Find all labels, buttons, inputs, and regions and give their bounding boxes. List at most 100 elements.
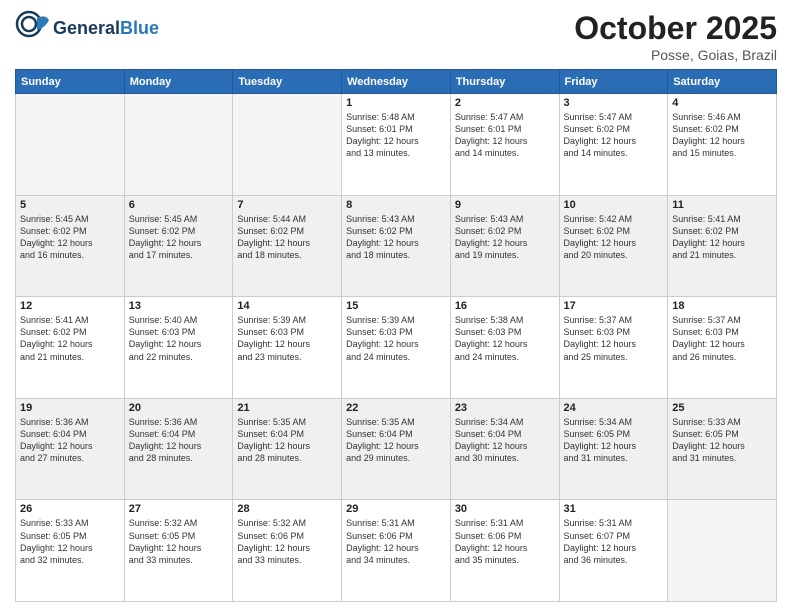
table-row: 1 Sunrise: 5:48 AM Sunset: 6:01 PM Daylig… bbox=[342, 94, 451, 196]
table-row: 14 Sunrise: 5:39 AM Sunset: 6:03 PM Dayli… bbox=[233, 297, 342, 399]
table-row: 15 Sunrise: 5:39 AM Sunset: 6:03 PM Dayli… bbox=[342, 297, 451, 399]
day-info: Sunrise: 5:34 AM Sunset: 6:04 PM Dayligh… bbox=[455, 416, 555, 465]
day-info: Sunrise: 5:47 AM Sunset: 6:02 PM Dayligh… bbox=[564, 111, 664, 160]
day-number: 15 bbox=[346, 300, 446, 312]
day-number: 11 bbox=[672, 199, 772, 211]
day-number: 9 bbox=[455, 199, 555, 211]
day-number: 10 bbox=[564, 199, 664, 211]
day-info: Sunrise: 5:48 AM Sunset: 6:01 PM Dayligh… bbox=[346, 111, 446, 160]
day-info: Sunrise: 5:37 AM Sunset: 6:03 PM Dayligh… bbox=[564, 314, 664, 363]
day-number: 1 bbox=[346, 97, 446, 109]
table-row bbox=[233, 94, 342, 196]
day-info: Sunrise: 5:42 AM Sunset: 6:02 PM Dayligh… bbox=[564, 213, 664, 262]
day-number: 14 bbox=[237, 300, 337, 312]
logo-blue-text: Blue bbox=[120, 18, 159, 38]
day-info: Sunrise: 5:40 AM Sunset: 6:03 PM Dayligh… bbox=[129, 314, 229, 363]
table-row: 21 Sunrise: 5:35 AM Sunset: 6:04 PM Dayli… bbox=[233, 398, 342, 500]
table-row: 13 Sunrise: 5:40 AM Sunset: 6:03 PM Dayli… bbox=[124, 297, 233, 399]
day-number: 30 bbox=[455, 503, 555, 515]
logo-general: General bbox=[53, 18, 120, 38]
day-number: 29 bbox=[346, 503, 446, 515]
table-row: 29Sunrise: 5:31 AM Sunset: 6:06 PM Dayli… bbox=[342, 500, 451, 602]
table-row: 27Sunrise: 5:32 AM Sunset: 6:05 PM Dayli… bbox=[124, 500, 233, 602]
day-number: 6 bbox=[129, 199, 229, 211]
title-block: October 2025 Posse, Goias, Brazil bbox=[574, 10, 777, 63]
table-row: 2Sunrise: 5:47 AM Sunset: 6:01 PM Daylig… bbox=[450, 94, 559, 196]
header: GeneralBlue October 2025 Posse, Goias, B… bbox=[15, 10, 777, 63]
table-row: 4Sunrise: 5:46 AM Sunset: 6:02 PM Daylig… bbox=[668, 94, 777, 196]
day-info: Sunrise: 5:33 AM Sunset: 6:05 PM Dayligh… bbox=[672, 416, 772, 465]
day-number: 8 bbox=[346, 199, 446, 211]
day-info: Sunrise: 5:41 AM Sunset: 6:02 PM Dayligh… bbox=[672, 213, 772, 262]
col-wednesday: Wednesday bbox=[342, 70, 451, 94]
day-number: 24 bbox=[564, 402, 664, 414]
col-friday: Friday bbox=[559, 70, 668, 94]
day-info: Sunrise: 5:38 AM Sunset: 6:03 PM Dayligh… bbox=[455, 314, 555, 363]
col-thursday: Thursday bbox=[450, 70, 559, 94]
table-row: 28 Sunrise: 5:32 AM Sunset: 6:06 PM Dayli… bbox=[233, 500, 342, 602]
day-info: Sunrise: 5:36 AM Sunset: 6:04 PM Dayligh… bbox=[129, 416, 229, 465]
col-saturday: Saturday bbox=[668, 70, 777, 94]
day-info: Sunrise: 5:37 AM Sunset: 6:03 PM Dayligh… bbox=[672, 314, 772, 363]
table-row: 18Sunrise: 5:37 AM Sunset: 6:03 PM Dayli… bbox=[668, 297, 777, 399]
day-number: 23 bbox=[455, 402, 555, 414]
day-number: 28 bbox=[237, 503, 337, 515]
day-info: Sunrise: 5:33 AM Sunset: 6:05 PM Dayligh… bbox=[20, 517, 120, 566]
day-info: Sunrise: 5:44 AM Sunset: 6:02 PM Dayligh… bbox=[237, 213, 337, 262]
table-row: 30Sunrise: 5:31 AM Sunset: 6:06 PM Dayli… bbox=[450, 500, 559, 602]
col-tuesday: Tuesday bbox=[233, 70, 342, 94]
day-number: 13 bbox=[129, 300, 229, 312]
day-info: Sunrise: 5:47 AM Sunset: 6:01 PM Dayligh… bbox=[455, 111, 555, 160]
day-info: Sunrise: 5:45 AM Sunset: 6:02 PM Dayligh… bbox=[20, 213, 120, 262]
day-info: Sunrise: 5:31 AM Sunset: 6:07 PM Dayligh… bbox=[564, 517, 664, 566]
table-row: 25Sunrise: 5:33 AM Sunset: 6:05 PM Dayli… bbox=[668, 398, 777, 500]
table-row: 10 Sunrise: 5:42 AM Sunset: 6:02 PM Dayli… bbox=[559, 195, 668, 297]
calendar-week-row: 12 Sunrise: 5:41 AM Sunset: 6:02 PM Dayli… bbox=[16, 297, 777, 399]
day-number: 27 bbox=[129, 503, 229, 515]
day-number: 16 bbox=[455, 300, 555, 312]
calendar-week-row: 1 Sunrise: 5:48 AM Sunset: 6:01 PM Daylig… bbox=[16, 94, 777, 196]
table-row: 20 Sunrise: 5:36 AM Sunset: 6:04 PM Dayli… bbox=[124, 398, 233, 500]
month-title: October 2025 bbox=[574, 10, 777, 47]
table-row: 17Sunrise: 5:37 AM Sunset: 6:03 PM Dayli… bbox=[559, 297, 668, 399]
day-number: 21 bbox=[237, 402, 337, 414]
day-info: Sunrise: 5:43 AM Sunset: 6:02 PM Dayligh… bbox=[346, 213, 446, 262]
calendar-header-row: Sunday Monday Tuesday Wednesday Thursday… bbox=[16, 70, 777, 94]
table-row: 9 Sunrise: 5:43 AM Sunset: 6:02 PM Daylig… bbox=[450, 195, 559, 297]
day-info: Sunrise: 5:39 AM Sunset: 6:03 PM Dayligh… bbox=[237, 314, 337, 363]
table-row: 3 Sunrise: 5:47 AM Sunset: 6:02 PM Daylig… bbox=[559, 94, 668, 196]
table-row bbox=[668, 500, 777, 602]
day-info: Sunrise: 5:43 AM Sunset: 6:02 PM Dayligh… bbox=[455, 213, 555, 262]
day-info: Sunrise: 5:32 AM Sunset: 6:06 PM Dayligh… bbox=[237, 517, 337, 566]
table-row: 24 Sunrise: 5:34 AM Sunset: 6:05 PM Dayli… bbox=[559, 398, 668, 500]
day-number: 3 bbox=[564, 97, 664, 109]
logo-icon bbox=[15, 10, 51, 46]
table-row: 22Sunrise: 5:35 AM Sunset: 6:04 PM Dayli… bbox=[342, 398, 451, 500]
day-info: Sunrise: 5:35 AM Sunset: 6:04 PM Dayligh… bbox=[237, 416, 337, 465]
day-info: Sunrise: 5:39 AM Sunset: 6:03 PM Dayligh… bbox=[346, 314, 446, 363]
table-row: 5 Sunrise: 5:45 AM Sunset: 6:02 PM Daylig… bbox=[16, 195, 125, 297]
calendar-week-row: 19 Sunrise: 5:36 AM Sunset: 6:04 PM Dayli… bbox=[16, 398, 777, 500]
day-number: 19 bbox=[20, 402, 120, 414]
day-info: Sunrise: 5:35 AM Sunset: 6:04 PM Dayligh… bbox=[346, 416, 446, 465]
day-number: 5 bbox=[20, 199, 120, 211]
calendar-table: Sunday Monday Tuesday Wednesday Thursday… bbox=[15, 69, 777, 602]
table-row: 12 Sunrise: 5:41 AM Sunset: 6:02 PM Dayli… bbox=[16, 297, 125, 399]
calendar-week-row: 5 Sunrise: 5:45 AM Sunset: 6:02 PM Daylig… bbox=[16, 195, 777, 297]
day-number: 12 bbox=[20, 300, 120, 312]
day-info: Sunrise: 5:41 AM Sunset: 6:02 PM Dayligh… bbox=[20, 314, 120, 363]
logo: GeneralBlue bbox=[15, 10, 159, 46]
table-row bbox=[124, 94, 233, 196]
table-row: 19Sunrise: 5:36 AM Sunset: 6:04 PM Dayli… bbox=[16, 398, 125, 500]
table-row: 16 Sunrise: 5:38 AM Sunset: 6:03 PM Dayli… bbox=[450, 297, 559, 399]
table-row: 7 Sunrise: 5:44 AM Sunset: 6:02 PM Daylig… bbox=[233, 195, 342, 297]
day-info: Sunrise: 5:34 AM Sunset: 6:05 PM Dayligh… bbox=[564, 416, 664, 465]
day-number: 20 bbox=[129, 402, 229, 414]
table-row: 23 Sunrise: 5:34 AM Sunset: 6:04 PM Dayli… bbox=[450, 398, 559, 500]
calendar-week-row: 26 Sunrise: 5:33 AM Sunset: 6:05 PM Dayli… bbox=[16, 500, 777, 602]
table-row: 6Sunrise: 5:45 AM Sunset: 6:02 PM Daylig… bbox=[124, 195, 233, 297]
day-number: 7 bbox=[237, 199, 337, 211]
day-number: 26 bbox=[20, 503, 120, 515]
day-info: Sunrise: 5:46 AM Sunset: 6:02 PM Dayligh… bbox=[672, 111, 772, 160]
table-row: 31Sunrise: 5:31 AM Sunset: 6:07 PM Dayli… bbox=[559, 500, 668, 602]
